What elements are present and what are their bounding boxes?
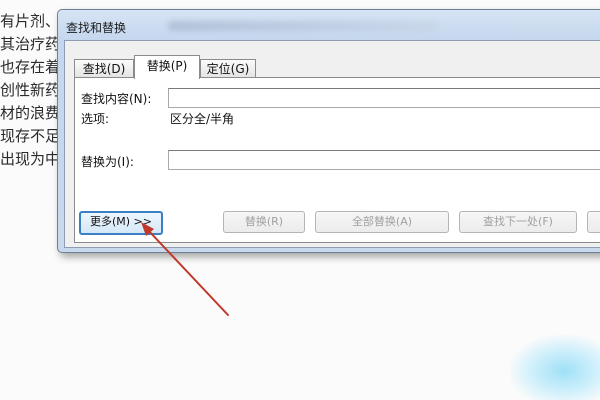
replace-with-input[interactable] xyxy=(168,150,600,170)
find-replace-dialog: 查找和替换 查找(D) 替换(P) 定位(G) 查找内容(N): 选项: 区分全… xyxy=(57,9,600,253)
options-label: 选项: xyxy=(81,112,110,126)
tab-goto[interactable]: 定位(G) xyxy=(200,59,256,78)
replace-button[interactable]: 替换(R) xyxy=(223,211,305,233)
replace-tab-panel: 查找内容(N): 选项: 区分全/半角 替换为(I): 更多(M) >> 替换(… xyxy=(74,77,600,243)
blurred-title-area xyxy=(168,21,438,31)
screen-glare xyxy=(510,335,600,400)
dialog-content: 查找(D) 替换(P) 定位(G) 查找内容(N): 选项: 区分全/半角 替换… xyxy=(64,40,600,248)
find-next-button[interactable]: 查找下一处(F) xyxy=(459,211,577,233)
dialog-title: 查找和替换 xyxy=(66,21,127,35)
dialog-titlebar[interactable]: 查找和替换 xyxy=(58,10,600,40)
find-what-input[interactable] xyxy=(168,88,600,108)
more-button[interactable]: 更多(M) >> xyxy=(79,211,163,235)
options-value: 区分全/半角 xyxy=(170,112,235,126)
find-what-label: 查找内容(N): xyxy=(81,92,152,106)
replace-with-label: 替换为(I): xyxy=(81,155,134,169)
replace-all-button[interactable]: 全部替换(A) xyxy=(315,211,449,233)
tab-replace[interactable]: 替换(P) xyxy=(134,55,200,79)
cancel-button-partial[interactable] xyxy=(587,211,600,233)
tab-find[interactable]: 查找(D) xyxy=(74,59,134,78)
